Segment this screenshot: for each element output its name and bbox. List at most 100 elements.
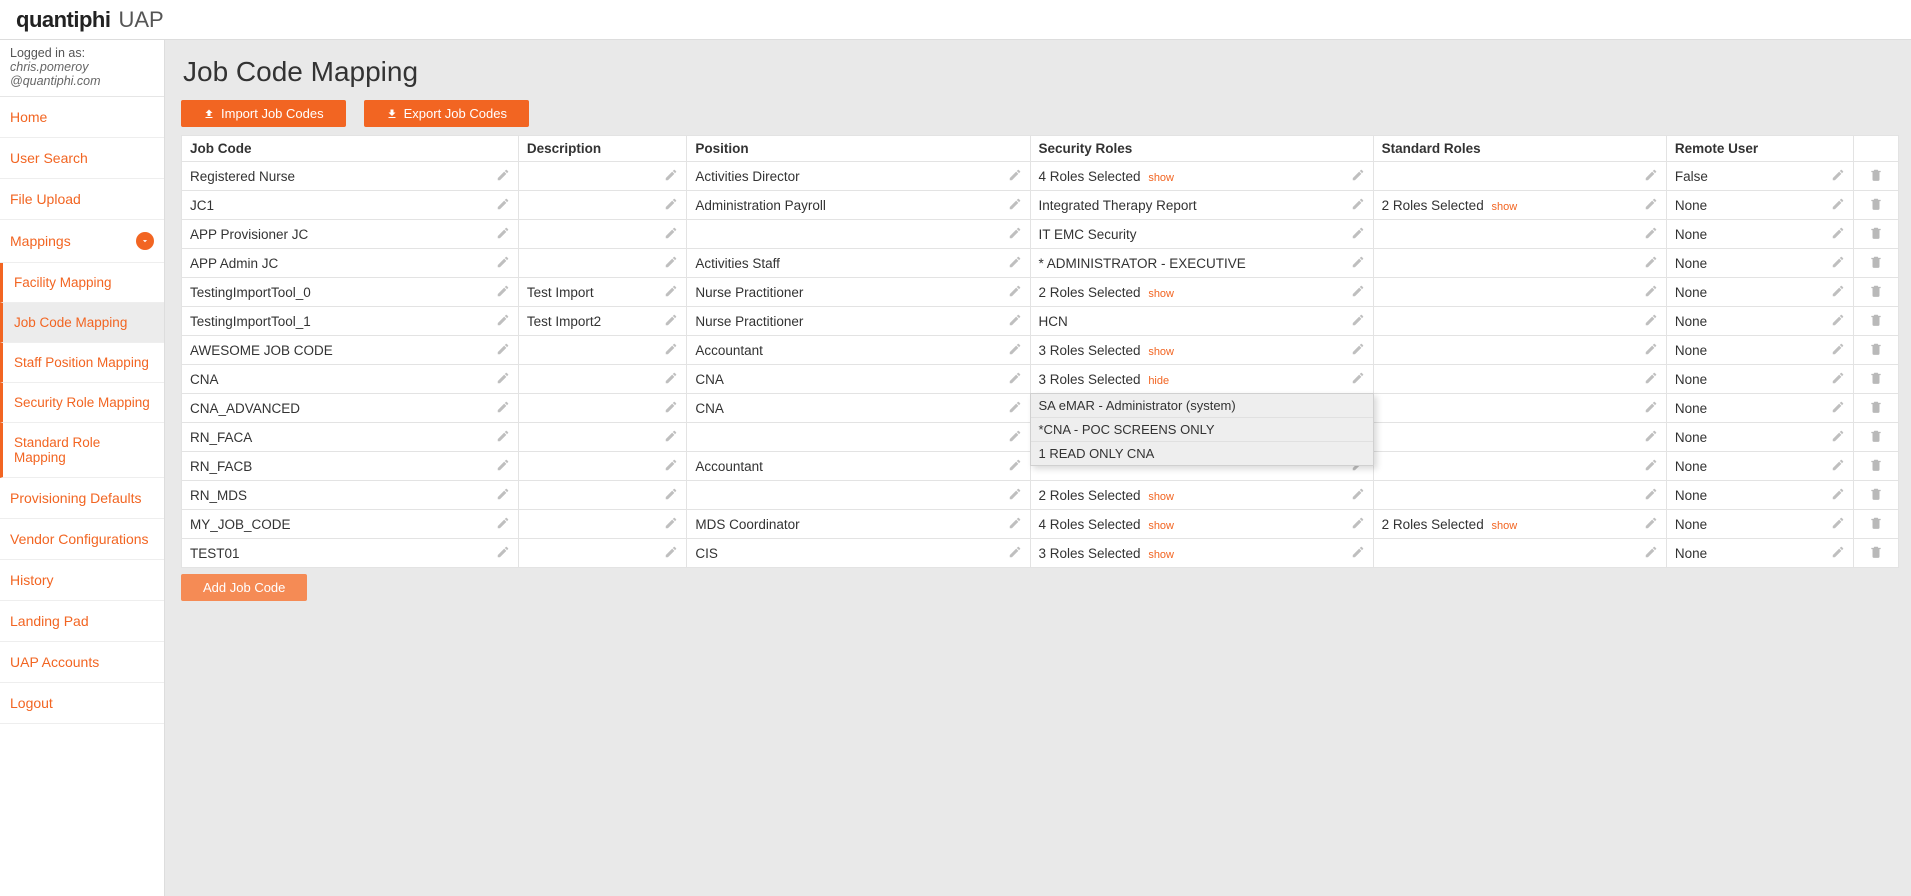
trash-icon[interactable] xyxy=(1862,284,1890,301)
pencil-icon[interactable] xyxy=(1351,226,1365,243)
pencil-icon[interactable] xyxy=(1008,458,1022,475)
trash-icon[interactable] xyxy=(1862,168,1890,185)
pencil-icon[interactable] xyxy=(1008,313,1022,330)
toggle-roles-link[interactable]: show xyxy=(1148,549,1174,561)
trash-icon[interactable] xyxy=(1862,458,1890,475)
sidebar-item-vendor-configurations[interactable]: Vendor Configurations xyxy=(0,519,164,560)
pencil-icon[interactable] xyxy=(1008,197,1022,214)
pencil-icon[interactable] xyxy=(496,545,510,562)
toggle-roles-link[interactable]: show xyxy=(1491,201,1517,213)
pencil-icon[interactable] xyxy=(1644,342,1658,359)
pencil-icon[interactable] xyxy=(1008,429,1022,446)
pencil-icon[interactable] xyxy=(1351,284,1365,301)
sidebar-item-mappings[interactable]: Mappings xyxy=(0,220,164,263)
toggle-roles-link[interactable]: show xyxy=(1148,346,1174,358)
pencil-icon[interactable] xyxy=(1831,284,1845,301)
pencil-icon[interactable] xyxy=(1644,197,1658,214)
trash-icon[interactable] xyxy=(1862,342,1890,359)
sidebar-sub-security-role-mapping[interactable]: Security Role Mapping xyxy=(0,383,164,423)
pencil-icon[interactable] xyxy=(496,400,510,417)
trash-icon[interactable] xyxy=(1862,429,1890,446)
sidebar-item-provisioning-defaults[interactable]: Provisioning Defaults xyxy=(0,478,164,519)
pencil-icon[interactable] xyxy=(496,458,510,475)
sidebar-item-home[interactable]: Home xyxy=(0,97,164,138)
pencil-icon[interactable] xyxy=(1831,168,1845,185)
trash-icon[interactable] xyxy=(1862,487,1890,504)
toggle-roles-link[interactable]: show xyxy=(1491,520,1517,532)
pencil-icon[interactable] xyxy=(1644,429,1658,446)
pencil-icon[interactable] xyxy=(1008,487,1022,504)
trash-icon[interactable] xyxy=(1862,197,1890,214)
trash-icon[interactable] xyxy=(1862,313,1890,330)
sidebar-item-logout[interactable]: Logout xyxy=(0,683,164,724)
pencil-icon[interactable] xyxy=(1351,487,1365,504)
pencil-icon[interactable] xyxy=(1351,545,1365,562)
pencil-icon[interactable] xyxy=(1644,313,1658,330)
pencil-icon[interactable] xyxy=(1831,313,1845,330)
pencil-icon[interactable] xyxy=(664,429,678,446)
pencil-icon[interactable] xyxy=(496,197,510,214)
pencil-icon[interactable] xyxy=(1831,458,1845,475)
pencil-icon[interactable] xyxy=(664,371,678,388)
pencil-icon[interactable] xyxy=(664,226,678,243)
pencil-icon[interactable] xyxy=(1351,342,1365,359)
pencil-icon[interactable] xyxy=(496,342,510,359)
sidebar-item-uap-accounts[interactable]: UAP Accounts xyxy=(0,642,164,683)
pencil-icon[interactable] xyxy=(1351,255,1365,272)
pencil-icon[interactable] xyxy=(1644,284,1658,301)
pencil-icon[interactable] xyxy=(1008,226,1022,243)
sidebar-item-landing-pad[interactable]: Landing Pad xyxy=(0,601,164,642)
pencil-icon[interactable] xyxy=(1831,342,1845,359)
pencil-icon[interactable] xyxy=(1644,371,1658,388)
pencil-icon[interactable] xyxy=(1351,168,1365,185)
pencil-icon[interactable] xyxy=(1644,545,1658,562)
pencil-icon[interactable] xyxy=(1008,516,1022,533)
pencil-icon[interactable] xyxy=(664,284,678,301)
pencil-icon[interactable] xyxy=(664,342,678,359)
pencil-icon[interactable] xyxy=(664,197,678,214)
trash-icon[interactable] xyxy=(1862,371,1890,388)
pencil-icon[interactable] xyxy=(1008,545,1022,562)
pencil-icon[interactable] xyxy=(1644,168,1658,185)
pencil-icon[interactable] xyxy=(496,371,510,388)
sidebar-sub-standard-role-mapping[interactable]: Standard Role Mapping xyxy=(0,423,164,478)
pencil-icon[interactable] xyxy=(1351,313,1365,330)
pencil-icon[interactable] xyxy=(1008,284,1022,301)
pencil-icon[interactable] xyxy=(1008,371,1022,388)
pencil-icon[interactable] xyxy=(1644,516,1658,533)
pencil-icon[interactable] xyxy=(1831,197,1845,214)
sidebar-sub-job-code-mapping[interactable]: Job Code Mapping xyxy=(0,303,164,343)
pencil-icon[interactable] xyxy=(496,487,510,504)
pencil-icon[interactable] xyxy=(1008,342,1022,359)
pencil-icon[interactable] xyxy=(1351,197,1365,214)
add-job-code-button[interactable]: Add Job Code xyxy=(181,574,307,601)
pencil-icon[interactable] xyxy=(1008,400,1022,417)
trash-icon[interactable] xyxy=(1862,226,1890,243)
pencil-icon[interactable] xyxy=(664,516,678,533)
toggle-roles-link[interactable]: show xyxy=(1148,491,1174,503)
pencil-icon[interactable] xyxy=(496,255,510,272)
pencil-icon[interactable] xyxy=(496,284,510,301)
sidebar-item-user-search[interactable]: User Search xyxy=(0,138,164,179)
toggle-roles-link[interactable]: show xyxy=(1148,288,1174,300)
pencil-icon[interactable] xyxy=(1644,226,1658,243)
pencil-icon[interactable] xyxy=(496,429,510,446)
pencil-icon[interactable] xyxy=(1831,255,1845,272)
pencil-icon[interactable] xyxy=(1831,545,1845,562)
pencil-icon[interactable] xyxy=(664,400,678,417)
pencil-icon[interactable] xyxy=(1644,255,1658,272)
pencil-icon[interactable] xyxy=(496,516,510,533)
pencil-icon[interactable] xyxy=(496,168,510,185)
pencil-icon[interactable] xyxy=(1644,458,1658,475)
sidebar-sub-staff-position-mapping[interactable]: Staff Position Mapping xyxy=(0,343,164,383)
pencil-icon[interactable] xyxy=(1831,226,1845,243)
pencil-icon[interactable] xyxy=(1351,516,1365,533)
pencil-icon[interactable] xyxy=(1831,487,1845,504)
trash-icon[interactable] xyxy=(1862,400,1890,417)
sidebar-item-file-upload[interactable]: File Upload xyxy=(0,179,164,220)
pencil-icon[interactable] xyxy=(496,313,510,330)
trash-icon[interactable] xyxy=(1862,545,1890,562)
pencil-icon[interactable] xyxy=(664,313,678,330)
sidebar-sub-facility-mapping[interactable]: Facility Mapping xyxy=(0,263,164,303)
export-button[interactable]: Export Job Codes xyxy=(364,100,529,127)
